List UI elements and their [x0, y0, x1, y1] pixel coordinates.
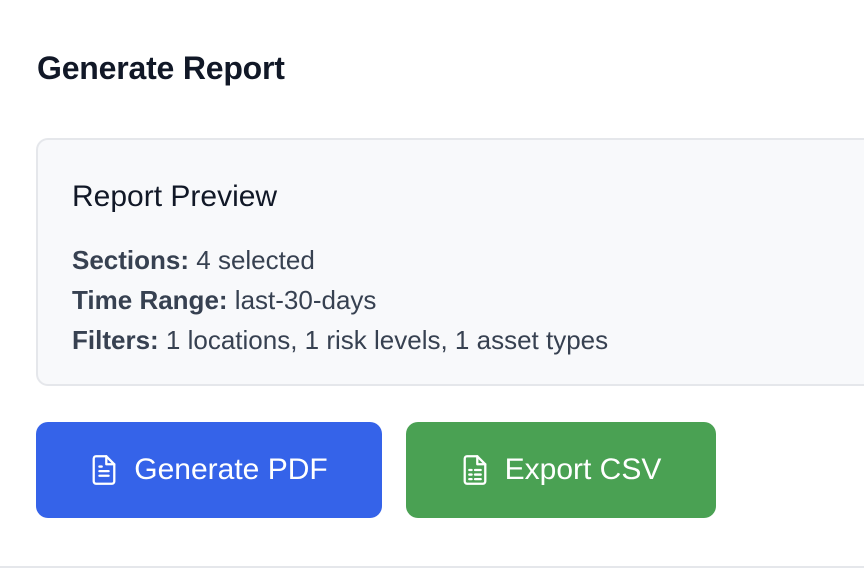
filters-label: Filters: — [72, 325, 159, 355]
file-text-icon — [90, 454, 118, 486]
time-range-value: last-30-days — [234, 285, 377, 315]
report-preview-title: Report Preview — [72, 180, 278, 213]
report-preview-details: Sections: 4 selected Time Range: last-30… — [72, 240, 608, 360]
time-range-summary: Time Range: last-30-days — [72, 280, 608, 320]
generate-report-panel: Generate Report Report Preview Sections:… — [0, 0, 864, 570]
export-csv-label: Export CSV — [504, 453, 662, 486]
file-spreadsheet-icon — [461, 454, 489, 486]
generate-pdf-label: Generate PDF — [134, 453, 328, 486]
generate-pdf-button[interactable]: Generate PDF — [36, 422, 382, 518]
export-csv-button[interactable]: Export CSV — [406, 422, 716, 518]
bottom-divider — [0, 566, 864, 568]
time-range-label: Time Range: — [72, 285, 228, 315]
report-preview-card: Report Preview Sections: 4 selected Time… — [36, 138, 864, 386]
filters-value: 1 locations, 1 risk levels, 1 asset type… — [165, 325, 609, 355]
filters-summary: Filters: 1 locations, 1 risk levels, 1 a… — [72, 320, 608, 360]
sections-value: 4 selected — [196, 245, 315, 275]
sections-label: Sections: — [72, 245, 190, 275]
sections-summary: Sections: 4 selected — [72, 240, 608, 280]
page-title: Generate Report — [37, 50, 285, 86]
